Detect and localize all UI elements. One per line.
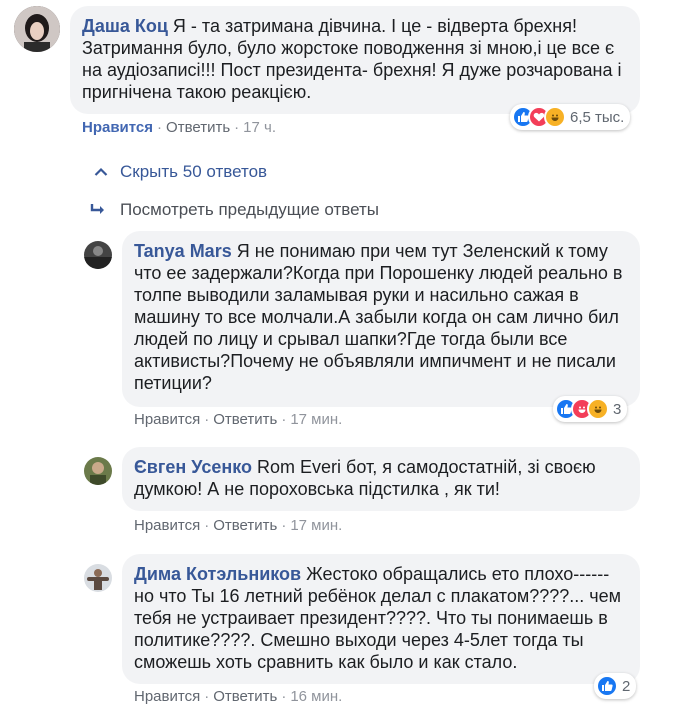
view-previous-label: Посмотреть предыдущие ответы	[120, 200, 380, 219]
reactions-summary[interactable]: 3	[553, 396, 628, 422]
comment-text: Я не понимаю при чем тут Зеленский к том…	[134, 241, 623, 393]
comment-actions: Нравится · Ответить · 17 ч.	[82, 119, 276, 136]
reaction-count: 2	[622, 677, 631, 695]
comment-author[interactable]: Даша Коц	[82, 16, 168, 36]
comment-bubble: Даша Коц Я - та затримана дівчина. І це …	[70, 6, 640, 114]
avatar[interactable]	[14, 6, 60, 52]
reply-arrow-icon	[90, 204, 104, 214]
view-previous-replies-link[interactable]: Посмотреть предыдущие ответы	[90, 200, 379, 220]
haha-icon	[587, 398, 609, 420]
avatar[interactable]	[84, 241, 112, 269]
reaction-count: 3	[613, 400, 622, 418]
like-link[interactable]: Нравится	[134, 411, 200, 428]
comment-author[interactable]: Tanya Mars	[134, 241, 232, 261]
reply-link[interactable]: Ответить	[213, 411, 277, 428]
like-link[interactable]: Нравится	[134, 517, 200, 534]
avatar[interactable]	[84, 564, 112, 592]
comment-time[interactable]: 16 мин.	[290, 688, 342, 705]
reaction-count: 6,5 тыс.	[570, 108, 625, 126]
comment-time[interactable]: 17 мин.	[290, 517, 342, 534]
reply-link[interactable]: Ответить	[213, 688, 277, 705]
hide-replies-link[interactable]: Скрыть 50 ответов	[94, 162, 267, 182]
comment-actions: Нравится · Ответить · 17 мин.	[134, 517, 343, 534]
avatar[interactable]	[84, 457, 112, 485]
comment-actions: Нравится · Ответить · 16 мин.	[134, 688, 343, 705]
like-icon	[596, 675, 618, 697]
user-photo-icon	[84, 564, 112, 592]
reactions-summary[interactable]: 2	[594, 673, 637, 699]
reactions-summary[interactable]: 6,5 тыс.	[510, 104, 631, 130]
comment-time[interactable]: 17 ч.	[243, 119, 276, 136]
haha-icon	[544, 106, 566, 128]
like-link[interactable]: Нравится	[134, 688, 200, 705]
reply-link[interactable]: Ответить	[213, 517, 277, 534]
user-photo-icon	[84, 241, 112, 269]
chevron-up-icon	[94, 167, 108, 176]
reply-link[interactable]: Ответить	[166, 119, 230, 136]
comment-time[interactable]: 17 мин.	[290, 411, 342, 428]
user-photo-icon	[84, 457, 112, 485]
comment-bubble: Дима Котэльников Жестоко обращались ето …	[122, 554, 640, 684]
user-photo-icon	[14, 6, 60, 52]
like-link[interactable]: Нравится	[82, 119, 153, 136]
hide-replies-label: Скрыть 50 ответов	[120, 162, 268, 181]
comment-author[interactable]: Дима Котэльников	[134, 564, 301, 584]
comment-bubble: Євген Усенко Rom Everi бот, я самодостат…	[122, 447, 640, 511]
comment-author[interactable]: Євген Усенко	[134, 457, 252, 477]
comment-actions: Нравится · Ответить · 17 мин.	[134, 411, 343, 428]
comment-bubble: Tanya Mars Я не понимаю при чем тут Зеле…	[122, 231, 640, 407]
